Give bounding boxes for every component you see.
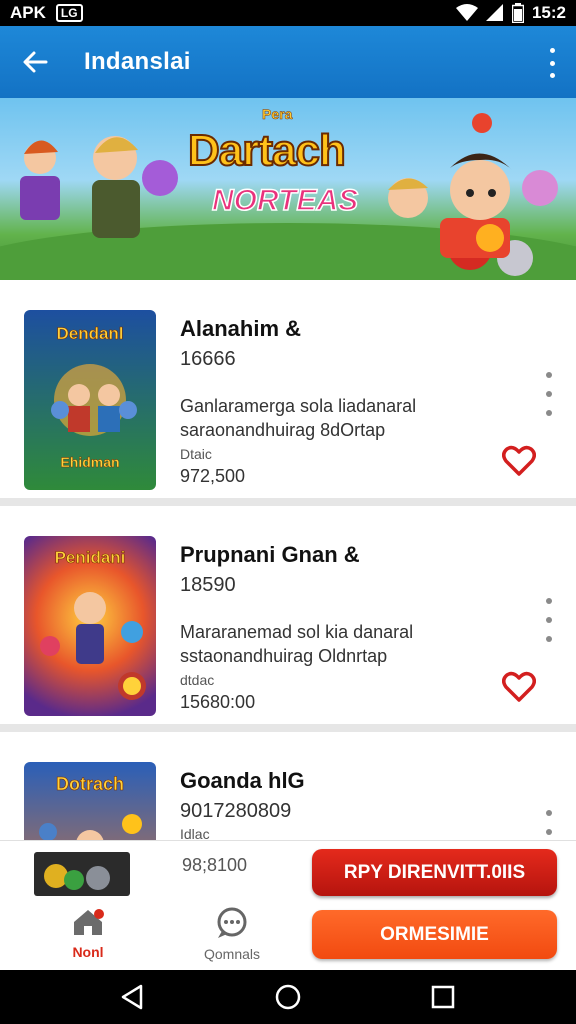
- dot: [546, 372, 552, 378]
- description-line: sstaonandhuirag Oldnrtap: [180, 646, 388, 666]
- home-icon: [74, 909, 104, 935]
- thumbnail-title: Dotrach: [55, 774, 125, 795]
- item-price: 972,500: [180, 466, 246, 486]
- app-title: Indanslai: [84, 48, 191, 75]
- mini-game-thumbnail: [34, 852, 130, 896]
- dot: [549, 60, 555, 66]
- item-more-button[interactable]: [542, 372, 556, 416]
- dot: [546, 829, 552, 835]
- system-navigation-bar: [0, 970, 576, 1024]
- description-line: saraonandhuirag 8dOrtap: [180, 420, 386, 440]
- item-label: dtdac: [180, 672, 215, 688]
- bottom-action-bar: 98;8100 RPY DIRENVITT.0IIS ORMESIMIE Non…: [0, 840, 576, 970]
- home-circle-icon[interactable]: [273, 982, 303, 1012]
- item-title: Alanahim &: [180, 316, 302, 341]
- item-count: 16666: [180, 348, 236, 370]
- bottom-price: 98;8100: [182, 855, 248, 875]
- carrier-label: APK: [10, 3, 46, 22]
- wifi-icon: [455, 4, 478, 21]
- status-left: APK LG: [10, 3, 83, 23]
- clock: 15:2: [531, 3, 566, 22]
- item-count: 18590: [180, 574, 236, 596]
- primary-action-button[interactable]: RPY DIRENVITT.0IIS: [312, 849, 557, 896]
- item-more-button[interactable]: [542, 598, 556, 642]
- list-item[interactable]: Dendanl Ehidman Alanahim & 16666 Ganlara…: [0, 280, 576, 506]
- notification-icon: LG: [55, 4, 83, 22]
- description-line: Mararanemad sol kia danaral: [180, 622, 414, 642]
- thumbnail-title: Dendanl: [56, 324, 124, 344]
- app-bar: Indanslai: [0, 26, 576, 98]
- game-thumbnail: Penidani: [24, 536, 156, 716]
- dot: [549, 73, 555, 78]
- recents-square-icon[interactable]: [428, 982, 458, 1012]
- item-price: 15680:00: [180, 692, 256, 712]
- back-triangle-icon[interactable]: [117, 982, 147, 1012]
- list-item[interactable]: Penidani Prupnani Gnan & 18590 Mararanem…: [0, 506, 576, 732]
- banner-title: Dartach: [187, 125, 347, 176]
- more-options-button[interactable]: [542, 48, 562, 78]
- dot: [546, 598, 552, 604]
- dot: [546, 636, 552, 642]
- secondary-action-button[interactable]: ORMESIMIE: [312, 910, 557, 959]
- arrow-left-icon: [23, 51, 48, 73]
- game-thumbnail: Dendanl Ehidman: [24, 310, 156, 490]
- nav-home[interactable]: Nonl: [52, 907, 124, 967]
- nav-home-label: Nonl: [72, 944, 104, 960]
- status-bar: APK LG 15:2: [0, 0, 576, 26]
- battery-icon: [511, 3, 524, 23]
- item-description: Ganlaramerga sola liadanaral saraonandhu…: [180, 394, 510, 442]
- nav-messages-label: Qomnals: [203, 946, 261, 962]
- dot: [546, 410, 552, 416]
- dot: [546, 617, 552, 623]
- status-right: 15:2: [455, 3, 566, 23]
- thumbnail-caption: Ehidman: [60, 454, 120, 470]
- promo-banner[interactable]: Pera Dartach NORTEAS: [0, 98, 576, 280]
- dot: [549, 48, 555, 53]
- description-line: Ganlaramerga sola liadanaral: [180, 396, 417, 416]
- item-title: Goanda hlG: [180, 768, 305, 793]
- mini-thumbnail-art: [44, 864, 110, 890]
- app-screen: APK LG 15:2 Indanslai Pera Dartach NORTE…: [0, 0, 576, 1024]
- dot: [546, 810, 552, 816]
- thumbnail-title: Penidani: [54, 548, 126, 568]
- banner-subtitle: NORTEAS: [211, 183, 359, 218]
- item-title: Prupnani Gnan &: [180, 542, 360, 567]
- dot: [546, 391, 552, 397]
- chat-icon: [217, 907, 247, 938]
- item-label: Dtaic: [180, 446, 212, 462]
- item-description: Mararanemad sol kia danaral sstaonandhui…: [180, 620, 510, 668]
- back-button[interactable]: [0, 26, 70, 98]
- banner-title-top: Pera: [262, 106, 293, 123]
- favorite-heart-icon[interactable]: [502, 444, 536, 478]
- nav-messages[interactable]: Qomnals: [192, 907, 272, 967]
- signal-icon: [485, 4, 503, 21]
- favorite-heart-icon[interactable]: [502, 670, 536, 704]
- item-count: 9017280809: [180, 800, 292, 822]
